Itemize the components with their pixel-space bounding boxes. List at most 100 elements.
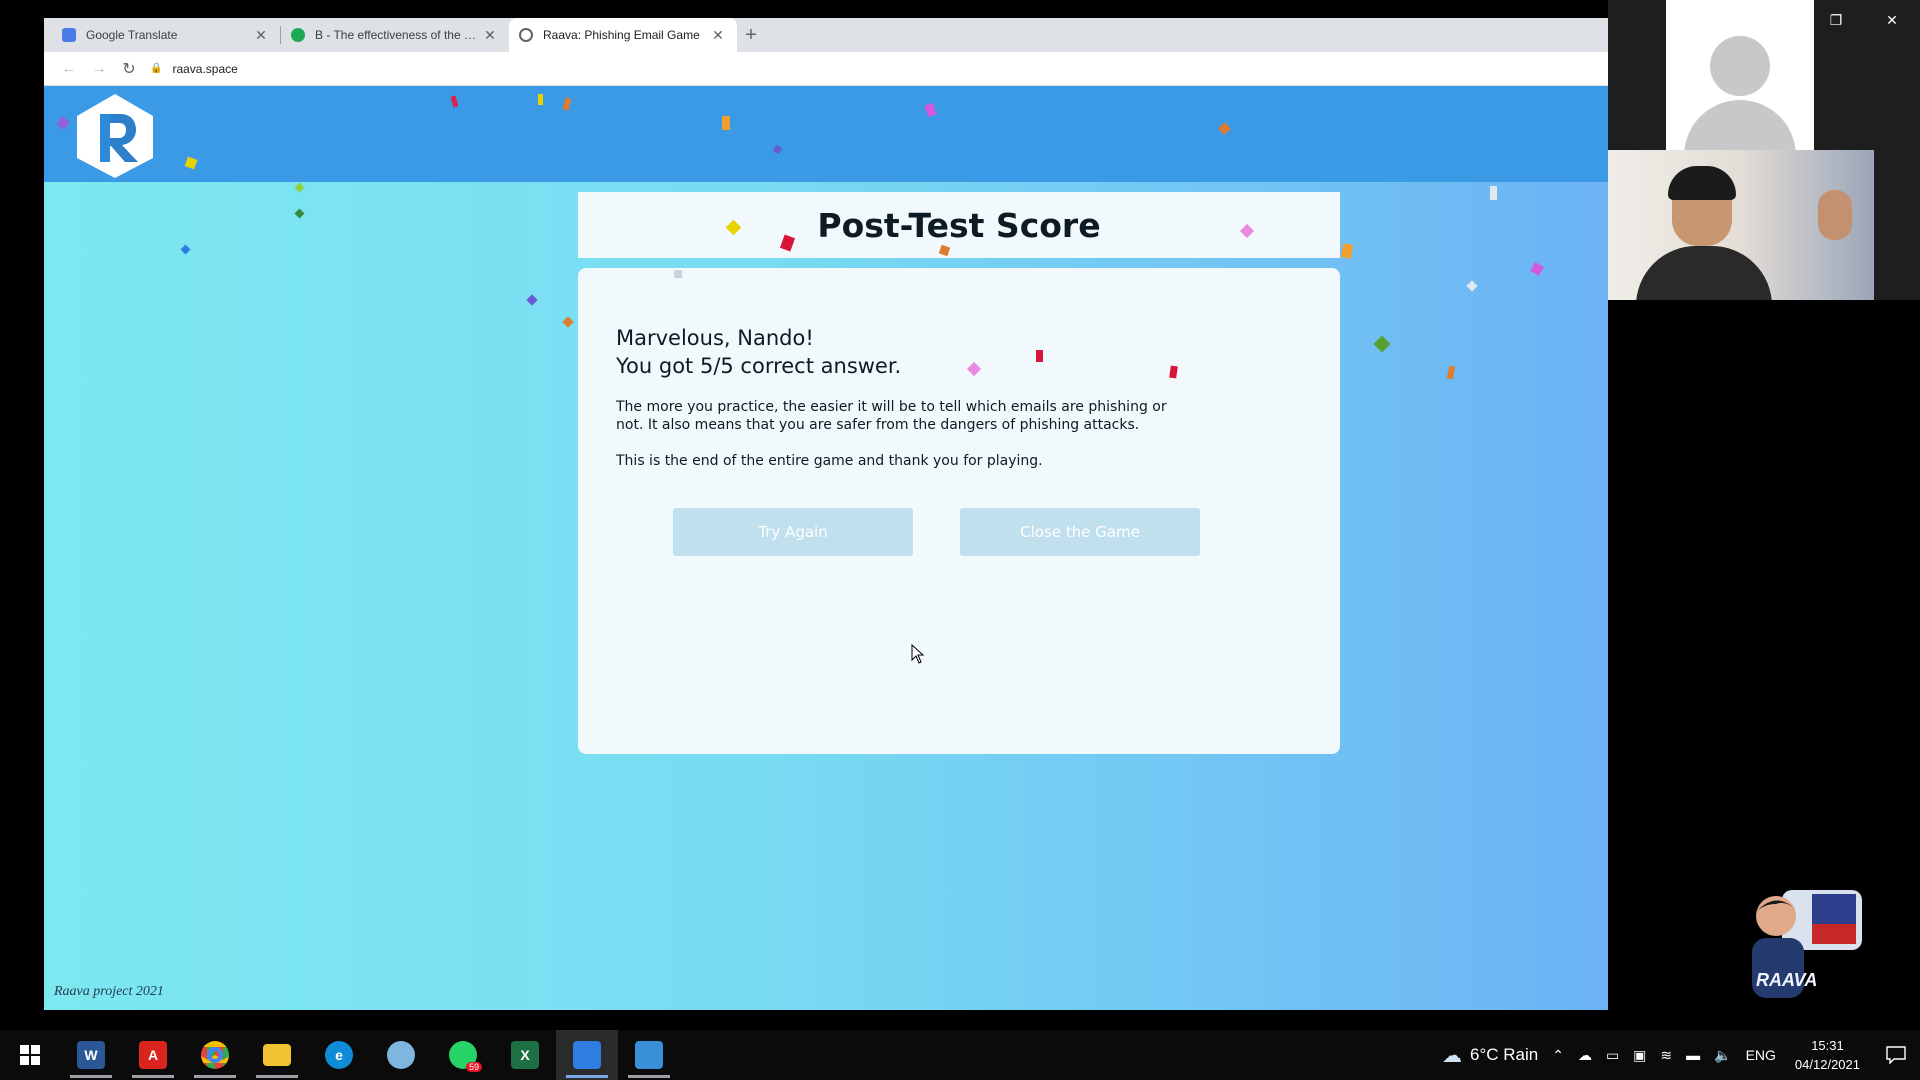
forward-arrow-icon[interactable]: → xyxy=(84,60,114,78)
monitor-icon[interactable]: ▣ xyxy=(1626,1047,1653,1064)
back-arrow-icon[interactable]: ← xyxy=(54,60,84,78)
practice-message: The more you practice, the easier it wil… xyxy=(616,399,1167,433)
notification-center-icon[interactable] xyxy=(1872,1046,1920,1064)
weather-text: 6°C Rain xyxy=(1469,1045,1539,1064)
raava-logo-icon[interactable] xyxy=(74,92,156,180)
running-indicator xyxy=(70,1075,112,1078)
tab-bar: Google Translate ✕ B - The effectiveness… xyxy=(44,18,1608,52)
tab-title: B - The effectiveness of the Phishi xyxy=(315,28,481,42)
confetti-piece xyxy=(1490,186,1497,200)
confetti-piece xyxy=(294,208,305,219)
tab-google-translate[interactable]: Google Translate ✕ xyxy=(52,18,280,52)
svg-text:RAAVA: RAAVA xyxy=(1756,970,1817,990)
doc-favicon-icon xyxy=(291,28,305,42)
paint-palette-icon xyxy=(387,1041,415,1069)
running-indicator xyxy=(256,1075,298,1078)
clock[interactable]: 15:31 04/12/2021 xyxy=(1783,1036,1872,1074)
tab-title: Raava: Phishing Email Game xyxy=(543,28,700,42)
closing-message: This is the end of the entire game and t… xyxy=(616,453,1043,469)
try-again-button[interactable]: Try Again xyxy=(673,508,913,556)
close-tab-icon[interactable]: ✕ xyxy=(481,27,499,44)
confetti-piece xyxy=(180,244,191,255)
site-header xyxy=(44,86,1608,182)
folder-icon xyxy=(263,1044,291,1066)
confetti-piece xyxy=(1340,243,1354,259)
confetti-piece xyxy=(725,219,742,236)
start-button[interactable] xyxy=(0,1030,60,1080)
clock-time: 15:31 xyxy=(1811,1038,1844,1053)
minimize-icon[interactable]: ─ xyxy=(1752,6,1808,34)
confetti-piece xyxy=(674,270,682,278)
taskbar-file-explorer[interactable] xyxy=(246,1030,308,1080)
page-content: Post-Test Score Marvelous, Nando! You go… xyxy=(44,86,1608,1010)
notification-badge: 59 xyxy=(465,1062,482,1072)
confetti-piece xyxy=(1036,350,1043,362)
taskbar-chrome[interactable] xyxy=(184,1030,246,1080)
taskbar-word[interactable]: W xyxy=(60,1030,122,1080)
weather-widget[interactable]: ☁ 6°C Rain xyxy=(1435,1043,1545,1068)
taskbar-excel[interactable]: X xyxy=(494,1030,556,1080)
system-tray: ☁ 6°C Rain ⌃ ☁ ▭ ▣ ≋ ▬ 🔈 ENG 15:31 04/12… xyxy=(1435,1030,1920,1080)
close-tab-icon[interactable]: ✕ xyxy=(709,27,727,44)
reload-icon[interactable]: ↻ xyxy=(114,59,144,79)
windows-taskbar: W A e 59 X ☁ 6°C Rain ⌃ ☁ ▭ ▣ ≋ ▬ 🔈 ENG … xyxy=(0,1030,1920,1080)
browser-window: Google Translate ✕ B - The effectiveness… xyxy=(44,18,1608,1010)
volume-icon[interactable]: 🔈 xyxy=(1707,1047,1738,1064)
greeting-name: Marvelous, Nando! xyxy=(616,326,814,350)
confetti-piece xyxy=(1530,262,1544,276)
excel-icon: X xyxy=(511,1041,539,1069)
word-icon: W xyxy=(77,1041,105,1069)
taskbar-edge[interactable]: e xyxy=(308,1030,370,1080)
confetti-piece xyxy=(1373,335,1391,353)
restore-icon[interactable]: ❐ xyxy=(1808,6,1864,34)
new-tab-button[interactable]: + xyxy=(737,18,765,52)
taskbar-acrobat[interactable]: A xyxy=(122,1030,184,1080)
confetti-piece xyxy=(526,294,538,306)
language-indicator[interactable]: ENG xyxy=(1739,1047,1783,1063)
url-field[interactable]: 🔒 raava.space xyxy=(150,62,238,76)
close-game-button[interactable]: Close the Game xyxy=(960,508,1200,556)
taskbar-whatsapp[interactable]: 59 xyxy=(432,1030,494,1080)
taskbar-photos[interactable] xyxy=(618,1030,680,1080)
confetti-piece xyxy=(938,244,951,257)
acrobat-icon: A xyxy=(139,1041,167,1069)
running-indicator xyxy=(132,1075,174,1078)
video-call-overlay: ─ ❐ ✕ xyxy=(1608,0,1920,300)
tab-raava-game[interactable]: Raava: Phishing Email Game ✕ xyxy=(509,18,737,52)
score-card: Marvelous, Nando! You got 5/5 correct an… xyxy=(578,268,1340,754)
taskbar-paint[interactable] xyxy=(370,1030,432,1080)
globe-favicon-icon xyxy=(519,28,533,42)
running-indicator xyxy=(566,1075,608,1078)
page-title-card: Post-Test Score xyxy=(578,192,1340,258)
rain-cloud-icon: ☁ xyxy=(1441,1044,1462,1067)
participant-camera-tile xyxy=(1608,150,1874,300)
taskbar-media-player[interactable] xyxy=(556,1030,618,1080)
onedrive-icon[interactable]: ☁ xyxy=(1571,1047,1599,1064)
desktop-screen: Google Translate ✕ B - The effectiveness… xyxy=(0,0,1920,1080)
wifi-icon[interactable]: ≋ xyxy=(1653,1047,1679,1064)
battery-icon[interactable]: ▬ xyxy=(1679,1047,1707,1063)
confetti-piece xyxy=(1446,365,1456,380)
address-bar: ← → ↻ 🔒 raava.space xyxy=(44,52,1608,86)
photos-icon xyxy=(635,1041,663,1069)
confetti-piece xyxy=(722,116,730,130)
meet-now-icon[interactable]: ▭ xyxy=(1599,1047,1626,1064)
confetti-piece xyxy=(1239,223,1255,239)
running-indicator xyxy=(194,1075,236,1078)
edge-icon: e xyxy=(325,1041,353,1069)
confetti-piece xyxy=(538,94,543,105)
confetti-piece xyxy=(1466,280,1478,292)
confetti-piece xyxy=(562,316,574,328)
chrome-icon xyxy=(201,1041,229,1069)
close-window-icon[interactable]: ✕ xyxy=(1864,6,1920,34)
url-text: raava.space xyxy=(172,61,238,76)
show-hidden-icons-icon[interactable]: ⌃ xyxy=(1545,1047,1571,1064)
window-controls: ─ ❐ ✕ xyxy=(1752,6,1920,34)
footer-credit: Raava project 2021 xyxy=(54,984,164,999)
confetti-piece xyxy=(294,182,305,193)
tab-effectiveness-doc[interactable]: B - The effectiveness of the Phishi ✕ xyxy=(281,18,509,52)
action-buttons: Try Again Close the Game xyxy=(673,508,1200,556)
close-tab-icon[interactable]: ✕ xyxy=(252,27,270,44)
participant-body xyxy=(1636,246,1772,300)
raava-mascot-icon: RAAVA xyxy=(1752,890,1862,998)
